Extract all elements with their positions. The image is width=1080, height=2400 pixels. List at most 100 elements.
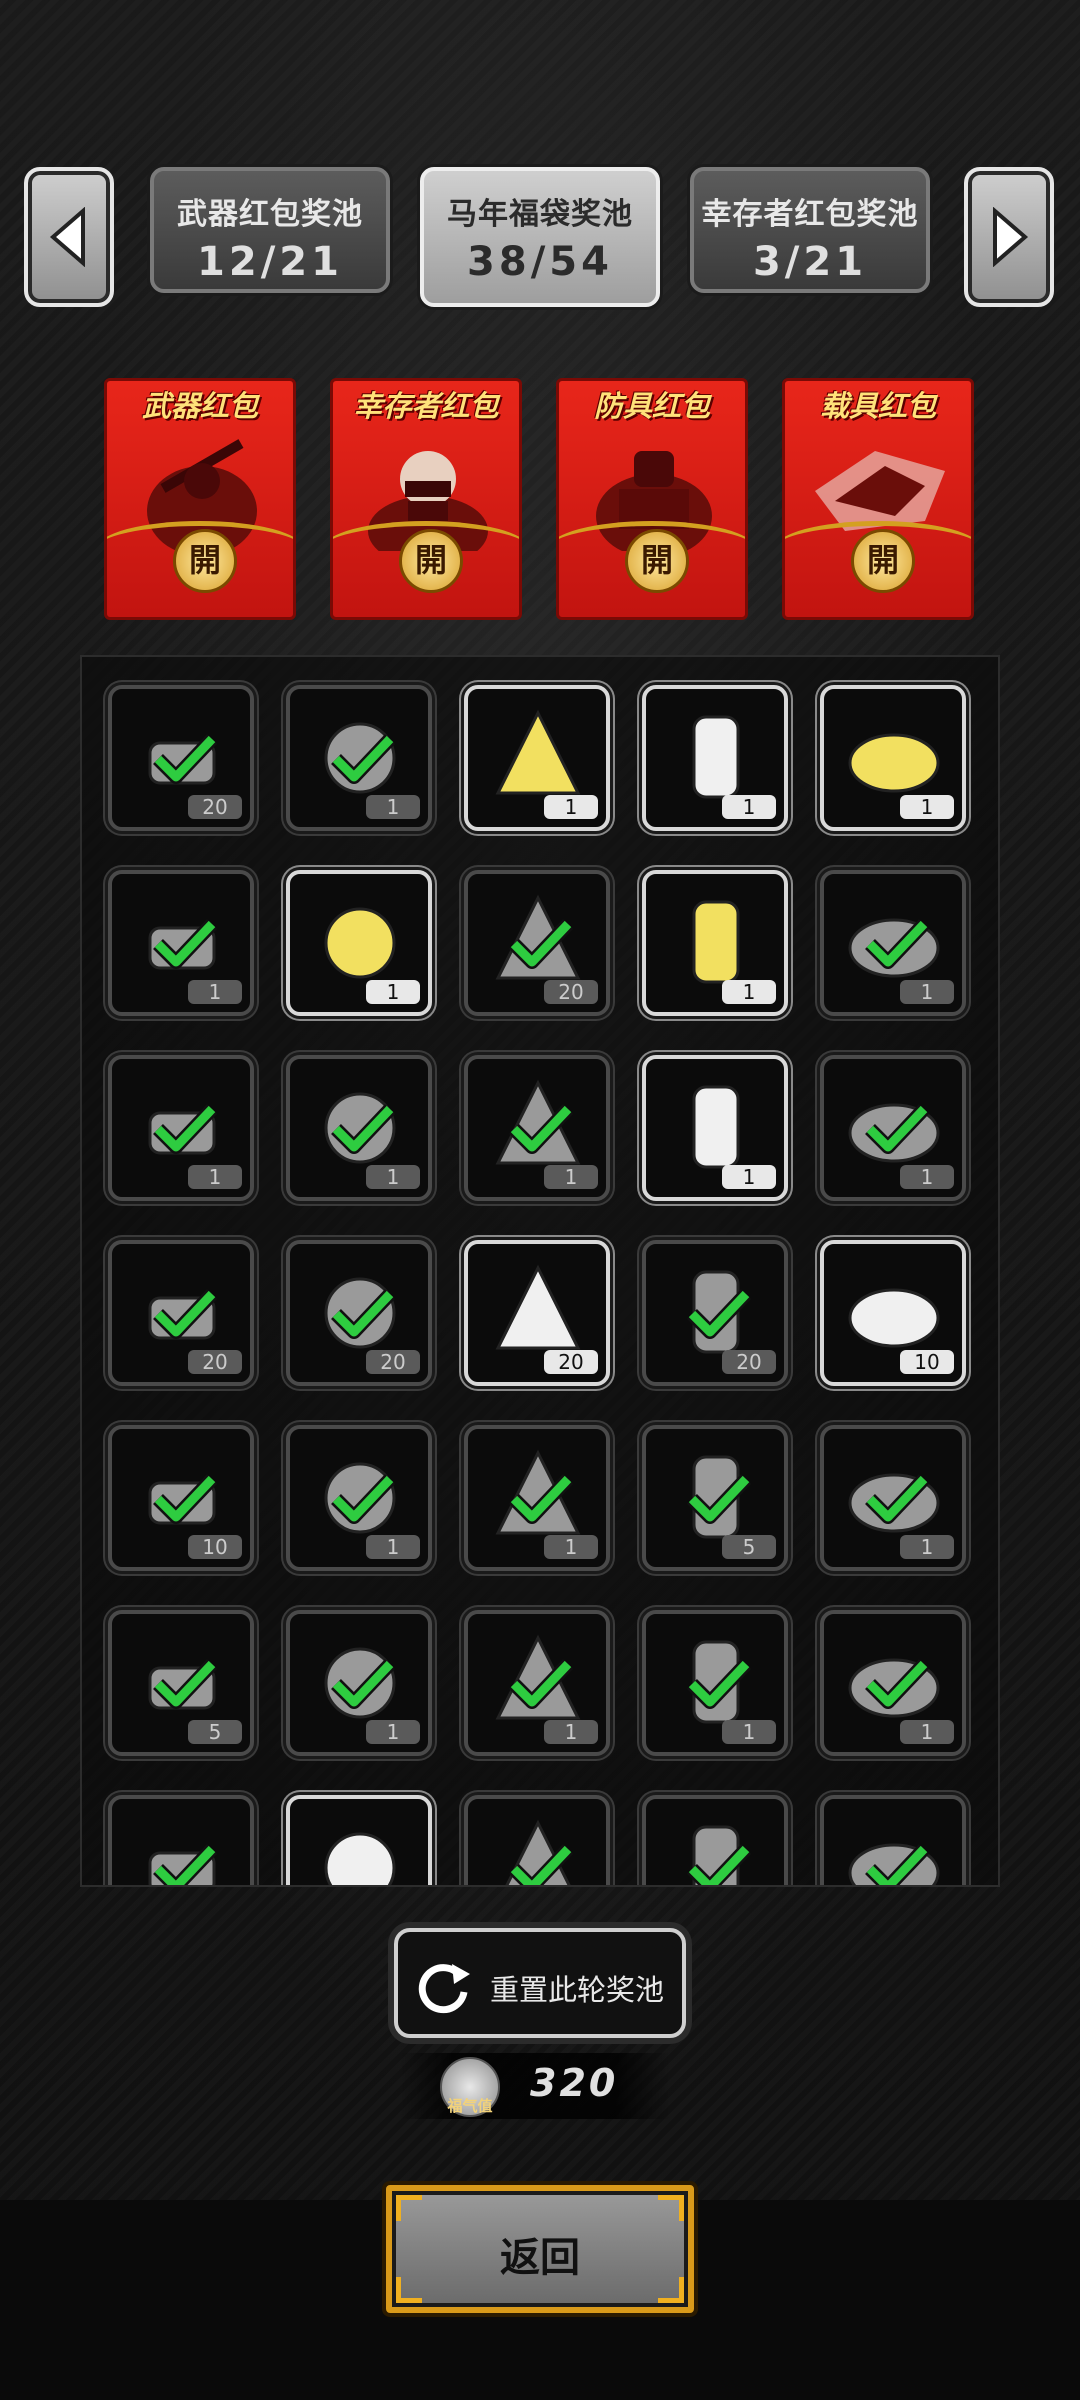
- refresh-icon: [418, 1964, 470, 2014]
- back-button[interactable]: 返回: [386, 2185, 694, 2313]
- reward-item-16[interactable]: 20: [286, 1240, 432, 1386]
- envelope-open-button[interactable]: 開: [851, 529, 915, 593]
- item-quantity: 20: [188, 795, 242, 819]
- checkmark-icon: [687, 1659, 752, 1709]
- reward-item-11[interactable]: 1: [286, 1055, 432, 1201]
- envelope-open-button[interactable]: 開: [399, 529, 463, 593]
- reward-item-9[interactable]: 1: [820, 870, 966, 1016]
- envelope-open-button[interactable]: 開: [625, 529, 689, 593]
- pool-tab-count: 38/54: [467, 239, 613, 285]
- item-quantity: 1: [544, 1720, 598, 1744]
- checkmark-icon: [153, 919, 218, 969]
- reset-pool-label: 重置此轮奖池: [490, 1973, 665, 2007]
- reward-item-12[interactable]: 1: [464, 1055, 610, 1201]
- item-quantity: 20: [544, 1350, 598, 1374]
- reward-item-32[interactable]: [464, 1795, 610, 1885]
- reward-item-6[interactable]: 1: [286, 870, 432, 1016]
- checkmark-icon: [509, 1474, 574, 1524]
- item-quantity: 1: [188, 980, 242, 1004]
- item-quantity: 1: [188, 1165, 242, 1189]
- checkmark-icon: [153, 734, 218, 784]
- checkmark-icon: [687, 1289, 752, 1339]
- reward-item-5[interactable]: 1: [108, 870, 254, 1016]
- reward-item-27[interactable]: 1: [464, 1610, 610, 1756]
- item-quantity: 1: [544, 795, 598, 819]
- reward-item-17[interactable]: 20: [464, 1240, 610, 1386]
- reward-item-28[interactable]: 1: [642, 1610, 788, 1756]
- reward-item-10[interactable]: 1: [108, 1055, 254, 1201]
- next-pool-button[interactable]: [964, 167, 1054, 307]
- pool-tab-horse-year[interactable]: 马年福袋奖池 38/54: [420, 167, 660, 307]
- envelope-vehicle[interactable]: 载具红包 開: [782, 378, 974, 620]
- item-quantity: 20: [722, 1350, 776, 1374]
- reward-item-24[interactable]: 1: [820, 1425, 966, 1571]
- prev-pool-button[interactable]: [24, 167, 114, 307]
- reward-item-21[interactable]: 1: [286, 1425, 432, 1571]
- right-arrow-icon: [993, 207, 1029, 267]
- item-quantity: 1: [722, 980, 776, 1004]
- reward-item-23[interactable]: 5: [642, 1425, 788, 1571]
- item-quantity: 20: [188, 1350, 242, 1374]
- reward-item-30[interactable]: [108, 1795, 254, 1885]
- checkmark-icon: [331, 1474, 396, 1524]
- checkmark-icon: [865, 1104, 930, 1154]
- fuel-barrel-icon: [495, 1264, 581, 1350]
- reward-item-7[interactable]: 20: [464, 870, 610, 1016]
- checkmark-icon: [153, 1844, 218, 1885]
- envelope-survivor[interactable]: 幸存者红包 開: [330, 378, 522, 620]
- item-quantity: 1: [366, 795, 420, 819]
- reset-pool-button[interactable]: 重置此轮奖池: [394, 1928, 686, 2038]
- reward-item-20[interactable]: 10: [108, 1425, 254, 1571]
- envelope-title: 幸存者红包: [353, 389, 499, 423]
- reward-item-29[interactable]: 1: [820, 1610, 966, 1756]
- reward-item-25[interactable]: 5: [108, 1610, 254, 1756]
- reward-item-1[interactable]: 1: [286, 685, 432, 831]
- reward-item-8[interactable]: 1: [642, 870, 788, 1016]
- back-label: 返回: [500, 2235, 580, 2281]
- checkmark-icon: [153, 1104, 218, 1154]
- pool-tab-weapon[interactable]: 武器红包奖池 12/21: [150, 167, 390, 293]
- reward-item-26[interactable]: 1: [286, 1610, 432, 1756]
- envelope-title: 武器红包: [141, 389, 258, 423]
- checkmark-icon: [331, 734, 396, 784]
- reward-item-34[interactable]: [820, 1795, 966, 1885]
- checkmark-icon: [687, 1474, 752, 1524]
- checkmark-icon: [865, 1659, 930, 1709]
- reward-item-2[interactable]: 1: [464, 685, 610, 831]
- reward-item-33[interactable]: [642, 1795, 788, 1885]
- reward-item-18[interactable]: 20: [642, 1240, 788, 1386]
- reward-item-13[interactable]: 1: [642, 1055, 788, 1201]
- reward-item-19[interactable]: 10: [820, 1240, 966, 1386]
- fortune-value: 320: [530, 2061, 619, 2105]
- item-quantity: 5: [188, 1720, 242, 1744]
- reward-item-3[interactable]: 1: [642, 685, 788, 831]
- checkmark-icon: [509, 919, 574, 969]
- checkmark-icon: [687, 1844, 752, 1885]
- envelope-open-button[interactable]: 開: [173, 529, 237, 593]
- item-quantity: 20: [366, 1350, 420, 1374]
- reward-grid-panel[interactable]: 20 1 1 1 1 1 1 20 1 1 1 1 1 1 1 20 20 20 20 10 10 1 1 5 1 5 1 1 1 1: [80, 655, 1000, 1887]
- checkmark-icon: [865, 1474, 930, 1524]
- reward-item-15[interactable]: 20: [108, 1240, 254, 1386]
- pool-tab-name: 马年福袋奖池: [447, 197, 633, 232]
- left-arrow-icon: [49, 207, 85, 267]
- item-quantity: 1: [722, 1720, 776, 1744]
- pool-tab-survivor[interactable]: 幸存者红包奖池 3/21: [690, 167, 930, 293]
- item-quantity: 1: [366, 980, 420, 1004]
- silver-bars-icon: [692, 900, 740, 984]
- pool-tab-name: 武器红包奖池: [177, 197, 363, 232]
- reward-item-31[interactable]: [286, 1795, 432, 1885]
- reward-item-0[interactable]: 20: [108, 685, 254, 831]
- corner-ornament: [396, 2195, 422, 2221]
- item-quantity: 1: [544, 1535, 598, 1559]
- checkmark-icon: [331, 1104, 396, 1154]
- reward-item-22[interactable]: 1: [464, 1425, 610, 1571]
- reward-item-14[interactable]: 1: [820, 1055, 966, 1201]
- item-quantity: 1: [366, 1720, 420, 1744]
- reward-item-4[interactable]: 1: [820, 685, 966, 831]
- checkmark-icon: [153, 1659, 218, 1709]
- checkmark-icon: [865, 919, 930, 969]
- envelope-armor[interactable]: 防具红包 開: [556, 378, 748, 620]
- checkmark-icon: [153, 1289, 218, 1339]
- envelope-weapon[interactable]: 武器红包 開: [104, 378, 296, 620]
